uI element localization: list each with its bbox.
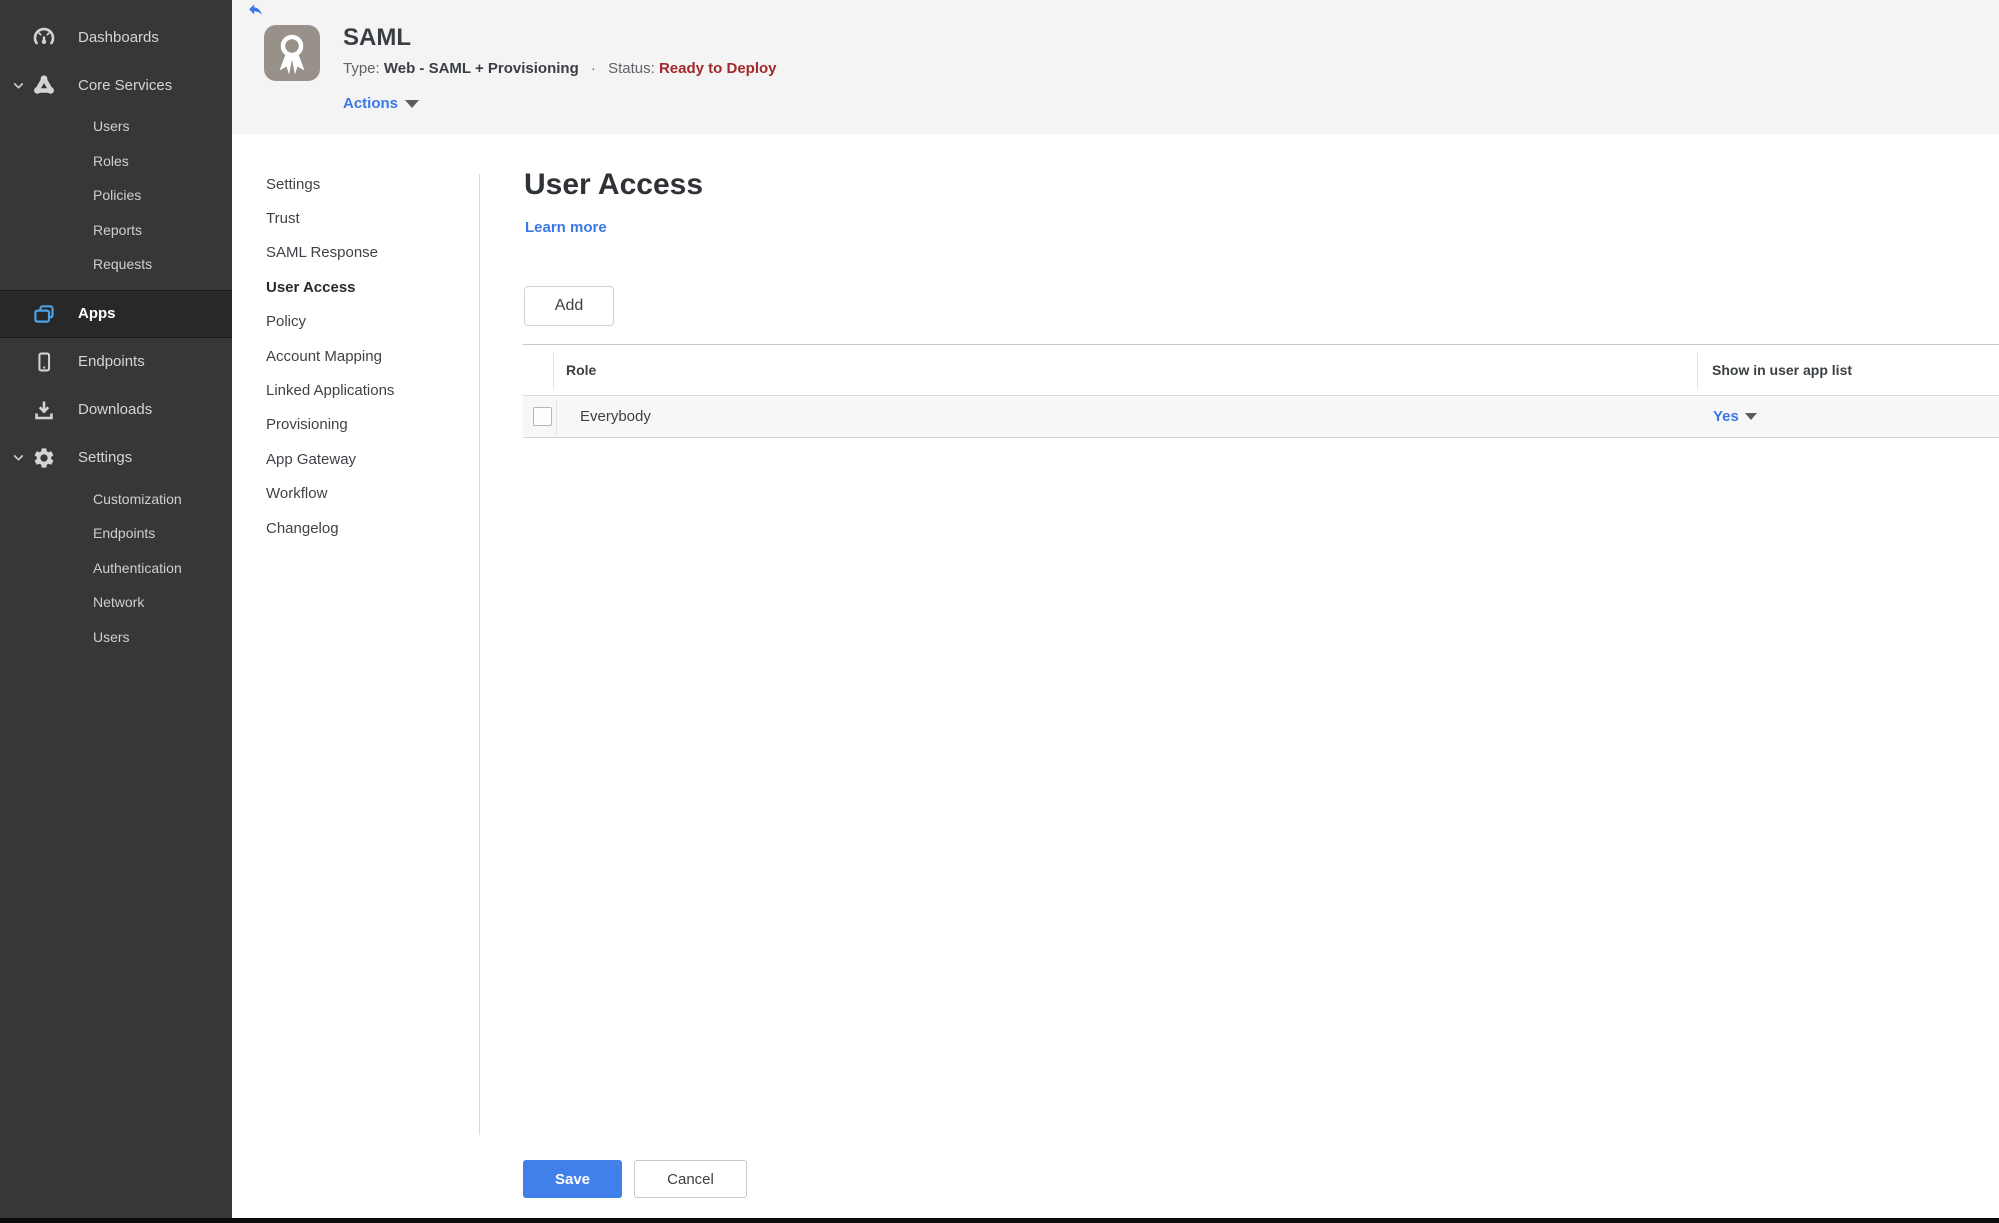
sidebar-item-downloads[interactable]: Downloads [0,386,232,434]
save-button[interactable]: Save [523,1160,622,1198]
sidebar-item-settings[interactable]: Settings [0,434,232,482]
page-title: User Access [524,168,703,202]
status-label: Status: [608,60,655,77]
sidebar-item-dashboards[interactable]: Dashboards [0,13,232,61]
subnav-item-policy[interactable]: Policy [266,305,466,339]
sidebar-item-settings-authentication[interactable]: Authentication [0,551,232,586]
cancel-button[interactable]: Cancel [634,1160,747,1198]
chevron-down-icon [405,100,419,108]
sidebar-item-core-services[interactable]: Core Services [0,61,232,109]
app-title: SAML [343,24,411,52]
bottom-edge-bar [0,1218,1999,1223]
subnav-item-workflow[interactable]: Workflow [266,477,466,511]
apps-icon [30,302,58,326]
type-label: Type: [343,60,380,77]
sidebar-item-settings-customization[interactable]: Customization [0,482,232,517]
sidebar-item-label: Dashboards [78,29,159,46]
ribbon-award-icon [264,25,320,81]
sidebar-item-label: Settings [78,449,132,466]
sidebar-item-label: Endpoints [78,353,145,370]
table-row: Everybody Yes [523,395,1999,438]
sidebar-item-endpoints[interactable]: Endpoints [0,338,232,386]
header-column-divider [1697,353,1698,389]
sidebar-item-label: Downloads [78,401,152,418]
endpoints-icon [30,350,58,374]
settings-gear-icon [30,446,58,470]
sidebar-item-settings-endpoints[interactable]: Endpoints [0,516,232,551]
subnav-item-provisioning[interactable]: Provisioning [266,408,466,442]
app-meta: Type: Web - SAML + Provisioning · Status… [343,60,777,77]
learn-more-link[interactable]: Learn more [525,219,607,236]
sidebar-item-core-roles[interactable]: Roles [0,144,232,179]
sidebar-item-settings-network[interactable]: Network [0,585,232,620]
sidebar-item-core-users[interactable]: Users [0,109,232,144]
column-header-show-in-user-app-list: Show in user app list [1712,362,1852,378]
sidebar-item-core-reports[interactable]: Reports [0,213,232,248]
app-subnav: Settings Trust SAML Response User Access… [266,167,466,545]
app-header: SAML Type: Web - SAML + Provisioning · S… [232,0,1999,134]
core-services-icon [30,73,58,97]
sidebar-item-core-requests[interactable]: Requests [0,247,232,282]
sidebar-item-core-policies[interactable]: Policies [0,178,232,213]
sidebar: Dashboards Core Services Users Roles Pol… [0,0,232,1223]
header-column-divider [553,353,554,389]
table-header-row: Role Show in user app list [523,345,1999,395]
subnav-item-trust[interactable]: Trust [266,201,466,235]
subnav-item-account-mapping[interactable]: Account Mapping [266,339,466,373]
sidebar-item-label: Core Services [78,77,172,94]
type-value: Web - SAML + Provisioning [384,60,579,77]
subnav-item-changelog[interactable]: Changelog [266,511,466,545]
show-in-app-list-value: Yes [1713,408,1739,425]
row-column-divider [556,400,557,434]
subnav-item-saml-response[interactable]: SAML Response [266,236,466,270]
add-button[interactable]: Add [524,286,614,326]
back-arrow-icon[interactable] [246,3,265,20]
role-cell: Everybody [580,408,651,425]
meta-separator: · [591,60,596,77]
dashboard-icon [30,25,58,49]
column-header-role: Role [566,362,596,378]
status-value: Ready to Deploy [659,60,777,77]
downloads-icon [30,398,58,422]
sidebar-item-apps[interactable]: Apps [0,290,232,338]
sidebar-item-settings-users[interactable]: Users [0,620,232,655]
sidebar-item-label: Apps [78,305,116,322]
actions-dropdown[interactable]: Actions [343,95,419,112]
chevron-down-icon [1745,413,1757,420]
chevron-down-icon[interactable] [6,451,30,464]
subnav-item-linked-applications[interactable]: Linked Applications [266,373,466,407]
subnav-item-user-access[interactable]: User Access [266,270,466,304]
row-checkbox[interactable] [533,407,552,426]
subnav-divider [479,174,480,1135]
chevron-down-icon[interactable] [6,79,30,92]
actions-label: Actions [343,95,398,112]
user-access-table: Role Show in user app list Everybody Yes [523,344,1999,438]
subnav-item-app-gateway[interactable]: App Gateway [266,442,466,476]
show-in-app-list-dropdown[interactable]: Yes [1713,408,1757,425]
subnav-item-settings[interactable]: Settings [266,167,466,201]
